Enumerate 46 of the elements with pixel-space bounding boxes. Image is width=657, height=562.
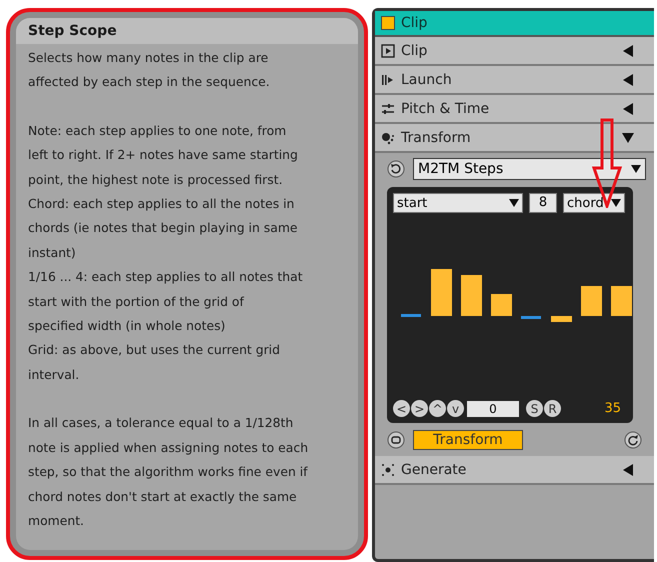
dropdown-icon [611, 199, 621, 207]
transform-button[interactable]: Transform [413, 430, 523, 450]
preset-dropdown[interactable]: M2TM Steps [413, 158, 646, 180]
dots-circle-icon [381, 462, 395, 476]
reset-icon[interactable] [387, 160, 405, 178]
expand-icon[interactable] [622, 44, 634, 56]
section-label: Pitch & Time [401, 100, 490, 116]
section-header[interactable]: Pitch & Time [375, 95, 654, 124]
nav-button[interactable]: ^ [429, 400, 446, 417]
help-title: Step Scope [16, 18, 358, 44]
section-header[interactable]: Transform [375, 124, 654, 153]
help-paragraph: Selects how many notes in the clip are affected by each step in the sequence. [28, 49, 271, 92]
section-header[interactable]: Launch [375, 66, 654, 95]
mode-button[interactable]: R [544, 400, 561, 417]
clip-header[interactable]: Clip [375, 11, 654, 37]
loop-icon[interactable] [387, 431, 405, 449]
help-paragraph: Note: each step applies to one note, from left to right. If 2+ notes have same starting point, the highest note is processed first. Chord: each step applies to all the notes in chords (ie notes that begin playing in same instant) 1/16 ... 4: each step applies to all notes that start with the portion of the grid of specified width (in whole notes) Grid: as above, but uses the current grid interval. [28, 122, 304, 384]
mode-button[interactable]: S [526, 400, 543, 417]
section-label: Generate [401, 462, 468, 478]
scope-dropdown[interactable]: chord [563, 193, 625, 213]
collapse-icon[interactable] [622, 132, 634, 144]
launch-icon [381, 72, 395, 86]
steps-field[interactable]: 8 [529, 193, 557, 213]
nav-button[interactable]: v [447, 400, 464, 417]
section-header[interactable]: Clip [375, 37, 654, 66]
expand-icon[interactable] [622, 102, 634, 114]
dots-icon [381, 130, 395, 144]
expand-icon[interactable] [622, 74, 634, 86]
section-label: Clip [401, 42, 428, 58]
offset-field[interactable]: 0 [467, 400, 519, 416]
clip-color-icon [381, 16, 395, 30]
dropdown-icon [631, 165, 641, 173]
dropdown-icon [509, 199, 519, 207]
clip-header-title: Clip [401, 15, 428, 31]
refresh-icon[interactable] [624, 431, 642, 449]
nav-button[interactable]: < [393, 400, 410, 417]
nav-button[interactable]: > [411, 400, 428, 417]
section-header[interactable]: Generate [375, 456, 654, 485]
step-count: 35 [604, 401, 621, 416]
play-box-icon [381, 44, 395, 58]
sliders-icon [381, 102, 395, 116]
expand-icon[interactable] [622, 464, 634, 476]
help-paragraph: In all cases, a tolerance equal to a 1/128th note is applied when assigning notes to each step, so that the algorithm works fine even if chord notes don't start at exactly the same moment. [28, 414, 310, 530]
target-dropdown[interactable]: start [393, 193, 523, 213]
section-label: Launch [401, 72, 453, 88]
section-label: Transform [401, 130, 472, 146]
